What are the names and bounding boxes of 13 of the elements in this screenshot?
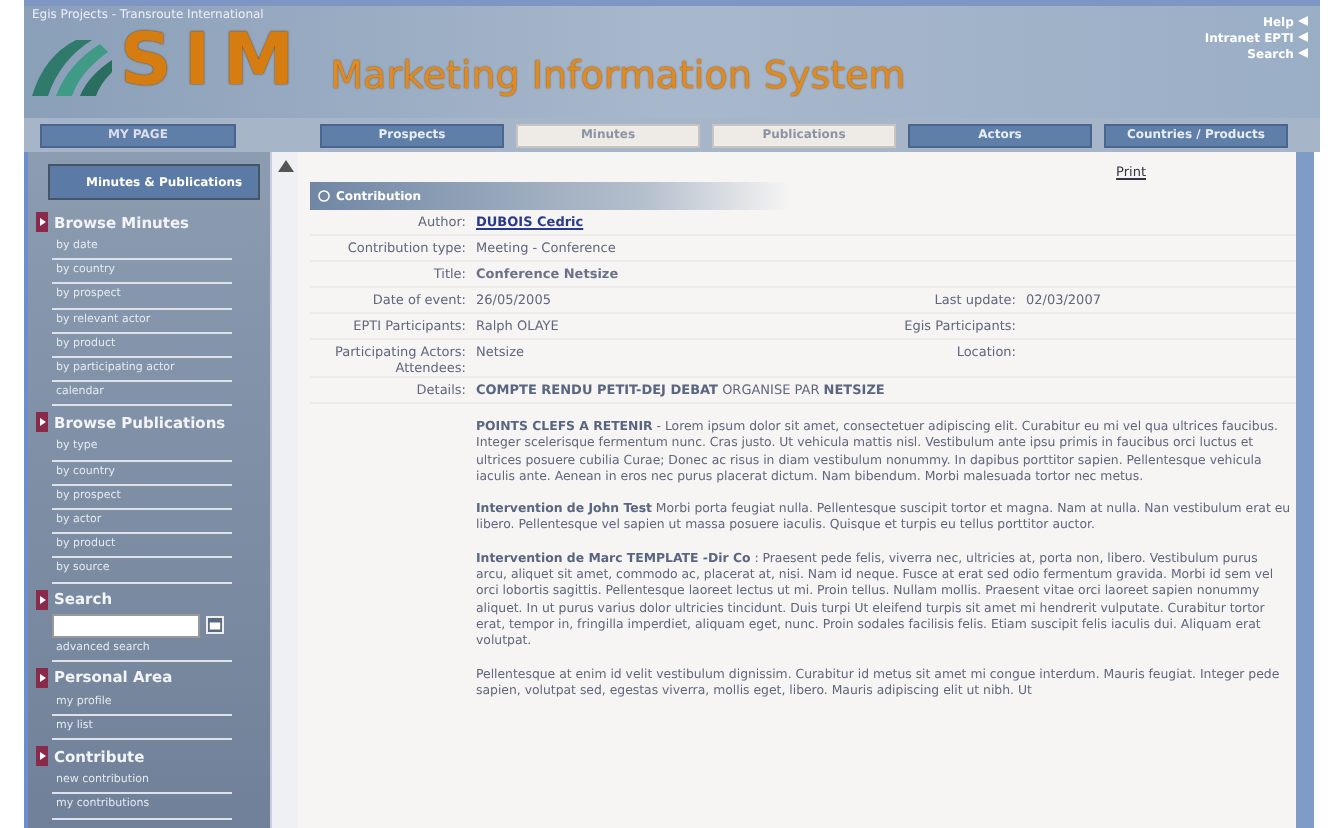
stripes-logo-icon bbox=[32, 36, 112, 96]
search-field[interactable] bbox=[52, 613, 200, 638]
section-marker-icon bbox=[36, 589, 48, 610]
system-title: Marketing Information System bbox=[330, 52, 906, 102]
scrollbar[interactable] bbox=[270, 152, 298, 828]
scroll-up-icon[interactable] bbox=[277, 160, 293, 172]
section-marker-icon bbox=[36, 667, 48, 688]
section-marker-icon bbox=[36, 212, 48, 232]
section-marker-icon bbox=[36, 746, 48, 767]
section-marker-icon bbox=[36, 412, 48, 433]
info-icon bbox=[318, 190, 330, 202]
logo-text: SIM bbox=[120, 22, 307, 102]
search-go-button[interactable] bbox=[206, 616, 224, 635]
